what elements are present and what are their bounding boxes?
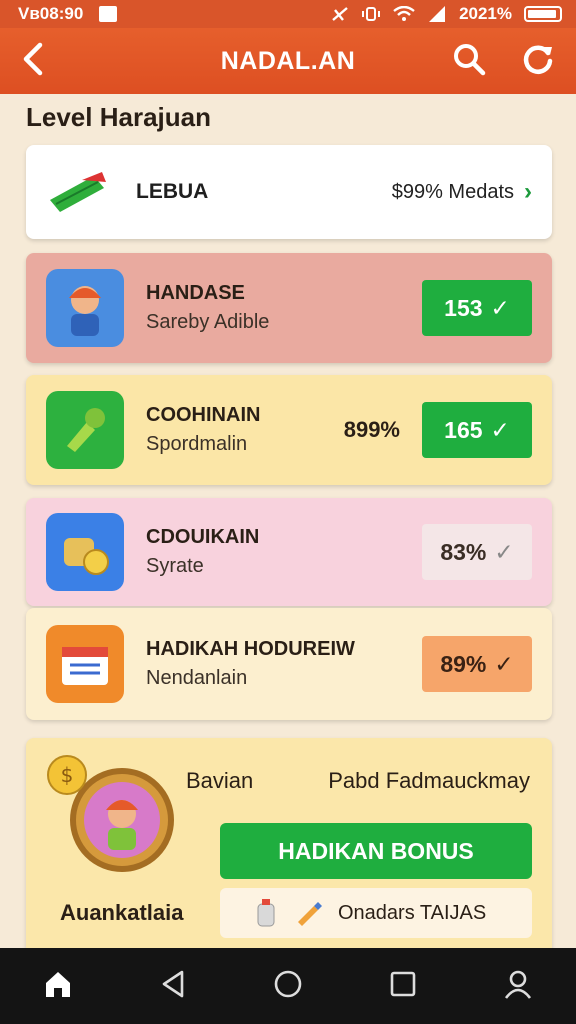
item-subtitle: Sareby Adible [146,311,270,333]
worker-avatar-icon [46,269,124,347]
item-badge-button[interactable]: 89% ✓ [422,636,532,692]
back-button[interactable] [20,42,46,81]
refresh-icon [523,45,553,74]
home-icon [46,971,70,997]
list-item[interactable]: HADIKAH HODUREIW Nendanlain 89% ✓ [26,608,552,720]
wifi-icon [393,6,415,21]
chevron-left-icon [23,42,43,75]
item-name: COOHINAIN [146,404,261,426]
item-subtitle: Nendanlain [146,667,248,689]
coin-stack-icon [46,513,124,591]
mute-icon [332,7,348,21]
search-icon [454,43,486,75]
circle-home-icon [274,970,302,997]
signal-icon [429,6,446,22]
bonus-info-text: Onadars TAIJAS [338,901,487,924]
list-item[interactable]: CDOUIKAIN Syrate 83% ✓ [26,498,552,606]
item-badge-button[interactable]: 165 ✓ [422,402,532,458]
coin-icon: $ [47,755,87,795]
recents-button[interactable] [388,969,418,1004]
svg-text:$: $ [61,763,74,787]
section-title: Level Harajuan [26,102,211,132]
image-notification-icon [99,6,118,22]
bonus-card: $ Bavian Pabd Fadmauckmay HADIKAN BONUS … [26,738,552,958]
list-item[interactable]: HANDASE Sareby Adible 153 ✓ [26,253,552,363]
home-button[interactable] [42,968,74,1005]
profile-button[interactable] [502,968,534,1005]
featured-item-value: $99% Medats [391,180,514,203]
claim-bonus-button[interactable]: HADIKAN BONUS [220,823,532,879]
item-subtitle: Spordmalin [146,433,248,455]
check-icon: ✓ [490,416,510,443]
pencil-icon [298,902,322,926]
refresh-button[interactable] [520,41,556,82]
check-icon: ✓ [494,538,514,565]
item-badge-value: 83% [440,538,487,565]
check-icon: ✓ [490,294,510,321]
bonus-title: Auankatlaia [60,900,184,925]
item-name: HADIKAH HODUREIW [146,638,355,660]
battery-percent: 2021% [459,4,512,23]
square-recents-icon [390,971,416,996]
navigation-bar [0,948,576,1024]
status-time: Vв08:90 [18,4,84,23]
chevron-right-icon: › [524,178,532,205]
status-bar: Vв08:90 2021% [0,0,576,28]
item-badge-value: 153 [444,294,483,321]
bonus-label-left: Bavian [186,768,254,793]
bonus-label-right: Pabd Fadmauckmay [328,768,530,793]
list-item[interactable]: COOHINAIN Spordmalin 899% 165 ✓ [26,375,552,485]
item-subtitle: Syrate [146,555,204,577]
user-icon [504,970,532,999]
featured-item-name: LEBUA [136,180,209,203]
featured-item-row[interactable]: LEBUA $99% Medats › [26,145,552,239]
bonus-info-row[interactable]: Onadars TAIJAS [220,888,532,938]
search-button[interactable] [452,42,486,81]
item-percent: 899% [343,417,400,442]
bottle-icon [257,899,275,927]
app-bar: NADAL.AN [0,28,576,94]
back-nav-button[interactable] [158,968,188,1005]
item-badge-button[interactable]: 153 ✓ [422,280,532,336]
calendar-icon [46,625,124,703]
green-tool-icon [46,391,124,469]
check-icon: ✓ [494,650,514,677]
item-badge-value: 165 [444,416,483,443]
character-icon [84,782,160,858]
green-ticket-icon [50,172,106,212]
battery-icon [524,6,562,22]
triangle-back-icon [162,970,184,997]
item-name: CDOUIKAIN [146,526,260,548]
item-name: HANDASE [146,282,245,304]
vibrate-icon [362,7,381,21]
home-circle-button[interactable] [272,968,304,1005]
item-badge-value: 89% [440,650,487,677]
item-badge-button[interactable]: 83% ✓ [422,524,532,580]
